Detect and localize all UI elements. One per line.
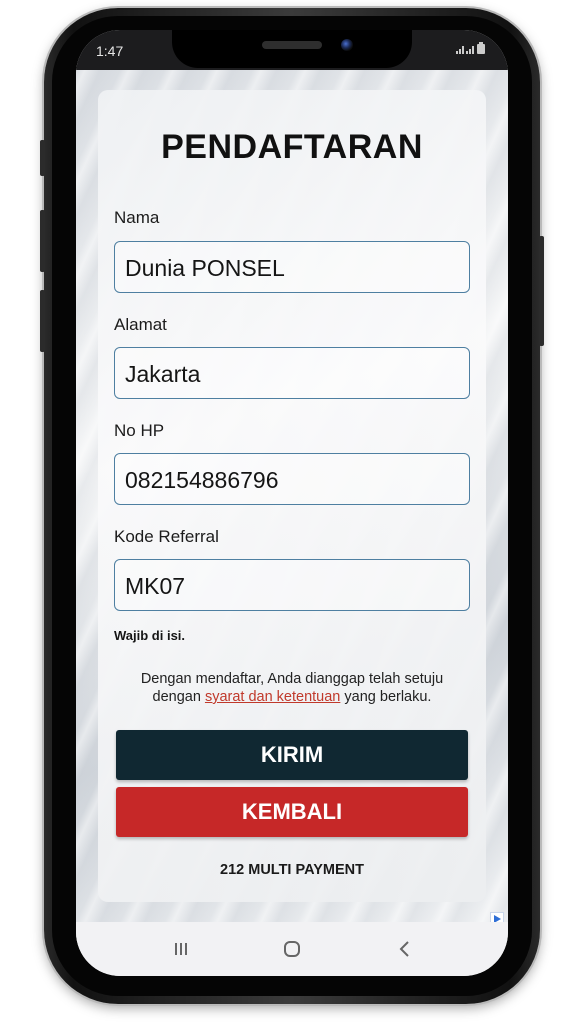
terms-line-1: Dengan mendaftar, Anda dianggap telah se… (140, 671, 444, 687)
required-note: Wajib di isi. (114, 628, 186, 643)
volume-down-button (40, 210, 45, 272)
phone-field[interactable]: 082154886796 (114, 453, 470, 505)
speaker-grille (262, 41, 322, 49)
phone-value: 082154886796 (125, 467, 279, 493)
address-value: Jakarta (125, 361, 201, 387)
back-button[interactable]: KEMBALI (116, 787, 468, 837)
terms-line-2: dengan syarat dan ketentuan yang berlaku… (106, 688, 478, 706)
terms-prefix: dengan (152, 689, 201, 705)
battery-icon (477, 42, 485, 54)
signal-icon-2 (466, 46, 474, 54)
referral-label: Kode Referral (114, 527, 219, 546)
status-icons (456, 42, 486, 57)
front-camera (341, 39, 353, 51)
power-button (539, 236, 544, 346)
terms-text: Dengan mendaftar, Anda dianggap telah se… (106, 670, 478, 706)
navigation-bar (76, 922, 508, 976)
notch (172, 30, 412, 68)
status-bar: 1:47 (76, 30, 508, 70)
referral-value: MK07 (125, 573, 186, 599)
home-icon[interactable] (277, 936, 307, 962)
app-background: PENDAFTARAN Nama Dunia PONSEL Alamat Jak… (76, 70, 508, 922)
mute-button (40, 290, 45, 352)
signal-icon (456, 46, 464, 54)
name-value: Dunia PONSEL (125, 255, 285, 281)
phone-screen: 1:47 PENDAFTARAN Nama Dunia PONSEL Alama… (76, 30, 508, 976)
status-time: 1:47 (96, 43, 124, 59)
address-field[interactable]: Jakarta (114, 347, 470, 399)
terms-link[interactable]: syarat dan ketentuan (205, 689, 340, 705)
name-field[interactable]: Dunia PONSEL (114, 241, 470, 293)
footer-brand: 212 MULTI PAYMENT (220, 862, 364, 878)
recent-apps-icon[interactable] (166, 936, 196, 962)
submit-button[interactable]: KIRIM (116, 730, 468, 780)
name-label: Nama (114, 208, 160, 227)
volume-up-button (40, 140, 45, 176)
terms-suffix: yang berlaku. (344, 689, 432, 705)
back-icon[interactable] (390, 936, 420, 962)
page-title: PENDAFTARAN (161, 128, 423, 166)
referral-field[interactable]: MK07 (114, 559, 470, 611)
address-label: Alamat (114, 315, 167, 334)
device-mockup: 1:47 PENDAFTARAN Nama Dunia PONSEL Alama… (0, 0, 576, 1024)
phone-label: No HP (114, 421, 165, 440)
